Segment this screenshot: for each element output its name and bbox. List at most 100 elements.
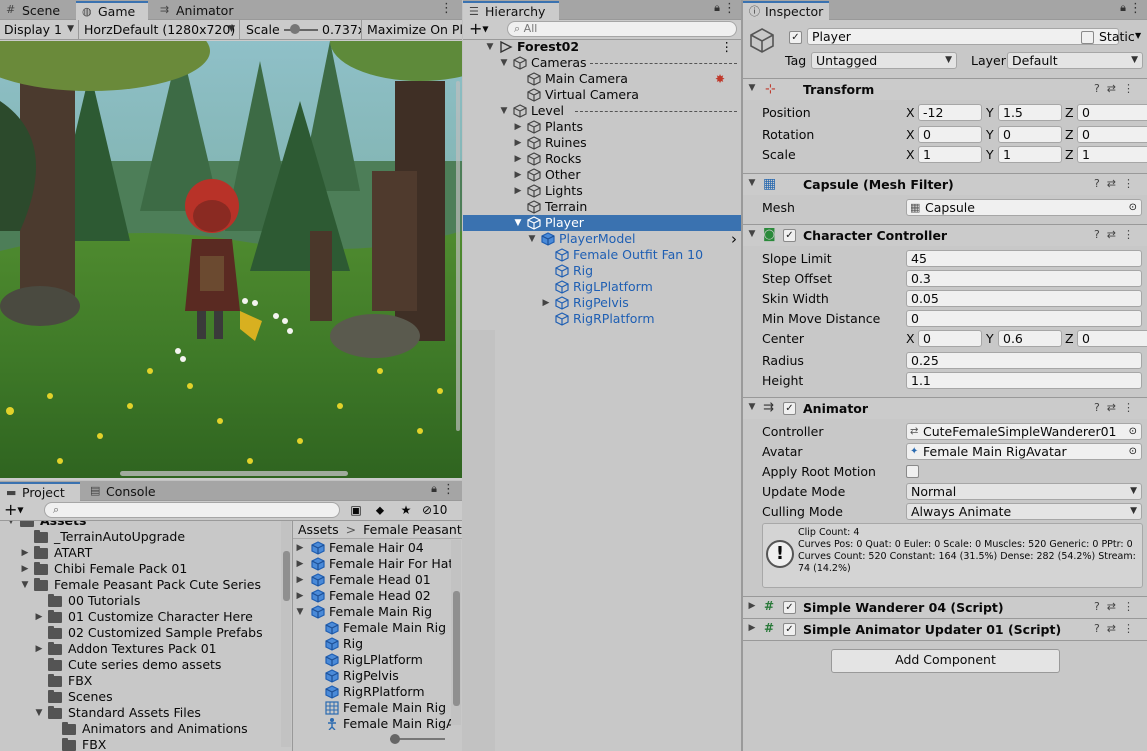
axis-x-label[interactable]: X	[906, 331, 915, 347]
hierarchy-tree[interactable]: ▼ Forest02 ⋮ ▼ Cameras Main Camera ✸ Virtual Ca…	[463, 39, 741, 739]
scene-menu-icon[interactable]: ⋮	[721, 39, 734, 55]
static-dropdown-icon[interactable]: ▼	[1135, 31, 1141, 40]
foldout-closed-icon[interactable]: ▶	[513, 119, 523, 135]
folder-row[interactable]: ▶ ATART	[0, 545, 292, 561]
scale-y-field[interactable]: 1	[998, 146, 1062, 163]
center-y-field[interactable]: 0.6	[998, 330, 1062, 347]
foldout-open-icon[interactable]: ▼	[499, 55, 509, 71]
hierarchy-row[interactable]: ▶ Rocks	[463, 151, 741, 167]
folder-row[interactable]: Cute series demo assets	[0, 657, 292, 673]
folder-row[interactable]: ▼ Standard Assets Files	[0, 705, 292, 721]
foldout-closed-icon[interactable]: ▶	[747, 623, 757, 633]
lock-icon[interactable]: 🔒︎	[714, 1, 720, 15]
foldout-closed-icon[interactable]: ▶	[295, 556, 305, 572]
foldout-closed-icon[interactable]: ▶	[20, 545, 30, 561]
hierarchy-row[interactable]: RigRPlatform	[463, 311, 741, 327]
hierarchy-row[interactable]: Virtual Camera	[463, 87, 741, 103]
radius-field[interactable]: 0.25	[906, 352, 1142, 369]
foldout-closed-icon[interactable]: ▶	[747, 601, 757, 611]
scale-control[interactable]: Scale 0.737x	[242, 20, 362, 39]
apply-root-motion-checkbox[interactable]	[906, 465, 919, 478]
foldout-closed-icon[interactable]: ▶	[513, 135, 523, 151]
asset-row[interactable]: Female Main Rig	[293, 620, 451, 636]
hierarchy-row[interactable]: ▼ PlayerModel ›	[463, 231, 741, 247]
hierarchy-row[interactable]: ▶ Plants	[463, 119, 741, 135]
foldout-closed-icon[interactable]: ▶	[295, 572, 305, 588]
foldout-closed-icon[interactable]: ▶	[513, 167, 523, 183]
animator-enabled-checkbox[interactable]: ✓	[783, 402, 796, 415]
controller-object-field[interactable]: ⇄ CuteFemaleSimpleWanderer01 ⊙	[906, 423, 1142, 440]
icon-size-slider-handle[interactable]	[390, 734, 400, 744]
rotation-y-field[interactable]: 0	[998, 126, 1062, 143]
hierarchy-row[interactable]: ▶ Lights	[463, 183, 741, 199]
position-y-field[interactable]: 1.5	[998, 104, 1062, 121]
update-mode-dropdown[interactable]: Normal ▼	[906, 483, 1142, 500]
foldout-open-icon[interactable]: ▼	[527, 231, 537, 247]
component-actions[interactable]: ?⇄⋮	[1094, 228, 1141, 241]
hierarchy-row[interactable]: Female Outfit Fan 10	[463, 247, 741, 263]
foldout-open-icon[interactable]: ▼	[747, 178, 757, 188]
axis-x-label[interactable]: X	[906, 105, 915, 121]
hierarchy-menu-icon[interactable]: ⋮	[723, 1, 736, 16]
scale-x-field[interactable]: 1	[918, 146, 982, 163]
script2-enabled-checkbox[interactable]: ✓	[783, 623, 796, 636]
axis-z-label[interactable]: Z	[1065, 147, 1074, 163]
foldout-open-icon[interactable]: ▼	[6, 521, 16, 529]
filter-by-label-icon[interactable]: ⬥	[370, 501, 390, 520]
lock-icon[interactable]: 🔒︎	[431, 482, 437, 496]
asset-row[interactable]: Rig	[293, 636, 451, 652]
folder-row[interactable]: ▶ 01 Customize Character Here	[0, 609, 292, 625]
folder-row[interactable]: 02 Customized Sample Prefabs	[0, 625, 292, 641]
axis-y-label[interactable]: Y	[986, 147, 994, 163]
add-component-button[interactable]: Add Component	[831, 649, 1060, 673]
axis-z-label[interactable]: Z	[1065, 105, 1074, 121]
hierarchy-search-input[interactable]: ⌕ All	[507, 21, 737, 37]
scale-z-field[interactable]: 1	[1077, 146, 1147, 163]
asset-row[interactable]: ▶ Female Head 01	[293, 572, 451, 588]
position-x-field[interactable]: -12	[918, 104, 982, 121]
asset-row[interactable]: RigRPlatform	[293, 684, 451, 700]
axis-z-label[interactable]: Z	[1065, 331, 1074, 347]
breadcrumb-assets[interactable]: Assets	[298, 522, 339, 537]
hierarchy-row[interactable]: ▼ Level	[463, 103, 741, 119]
asset-list[interactable]: ▶ Female Hair 04 ▶ Female Hair For Hat ▶ Fema…	[293, 540, 451, 730]
axis-y-label[interactable]: Y	[986, 105, 994, 121]
min-move-distance-field[interactable]: 0	[906, 310, 1142, 327]
foldout-open-icon[interactable]: ▼	[747, 83, 757, 93]
component-actions[interactable]: ?⇄⋮	[1094, 600, 1141, 613]
tab-hierarchy[interactable]: ☰ Hierarchy	[463, 1, 559, 20]
component-actions[interactable]: ?⇄⋮	[1094, 82, 1141, 95]
character-controller-header[interactable]: ▼ ◙ ✓ Character Controller ?⇄⋮	[743, 224, 1147, 246]
asset-row[interactable]: Female Main RigAv	[293, 716, 451, 730]
axis-x-label[interactable]: X	[906, 127, 915, 143]
mesh-object-field[interactable]: ▦ Capsule ⊙	[906, 199, 1142, 216]
maximize-on-play-toggle[interactable]: Maximize On Play	[363, 20, 462, 39]
asset-row[interactable]: Female Main Rig	[293, 700, 451, 716]
asset-row[interactable]: RigLPlatform	[293, 652, 451, 668]
mesh-filter-header[interactable]: ▼ ▦ Capsule (Mesh Filter) ?⇄⋮	[743, 173, 1147, 195]
layer-dropdown[interactable]: Default ▼	[1007, 52, 1143, 69]
component-actions[interactable]: ?⇄⋮	[1094, 177, 1141, 190]
transform-header[interactable]: ▼ ⊹ Transform ?⇄⋮	[743, 78, 1147, 100]
tab-scene[interactable]: # Scene	[0, 1, 75, 20]
hierarchy-row[interactable]: ▼ Forest02 ⋮	[463, 39, 741, 55]
foldout-closed-icon[interactable]: ▶	[513, 151, 523, 167]
hierarchy-row[interactable]: RigLPlatform	[463, 279, 741, 295]
script1-header[interactable]: ▶ # ✓ Simple Wanderer 04 (Script) ?⇄⋮	[743, 596, 1147, 618]
asset-row[interactable]: ▶ Female Head 02	[293, 588, 451, 604]
asset-row[interactable]: ▶ Female Hair For Hat	[293, 556, 451, 572]
avatar-object-field[interactable]: ✦ Female Main RigAvatar ⊙	[906, 443, 1142, 460]
skin-width-field[interactable]: 0.05	[906, 290, 1142, 307]
active-checkbox[interactable]: ✓	[789, 31, 802, 44]
viewport-vscrollbar[interactable]	[456, 81, 460, 431]
asset-scrollbar-thumb[interactable]	[453, 591, 460, 706]
hierarchy-row[interactable]: Main Camera ✸	[463, 71, 741, 87]
scale-slider-handle[interactable]	[290, 24, 300, 34]
project-folder-tree[interactable]: ▼ Assets_TerrainAutoUpgrade ▶ ATART ▶ Chibi F…	[0, 521, 292, 751]
script2-header[interactable]: ▶ # ✓ Simple Animator Updater 01 (Script…	[743, 618, 1147, 640]
object-picker-icon[interactable]: ⊙	[1129, 444, 1137, 459]
rotation-z-field[interactable]: 0	[1077, 126, 1147, 143]
object-name-field[interactable]: Player	[807, 28, 1119, 45]
favorite-star-icon[interactable]: ★	[396, 501, 416, 520]
filter-by-type-icon[interactable]: ▣	[346, 501, 366, 520]
